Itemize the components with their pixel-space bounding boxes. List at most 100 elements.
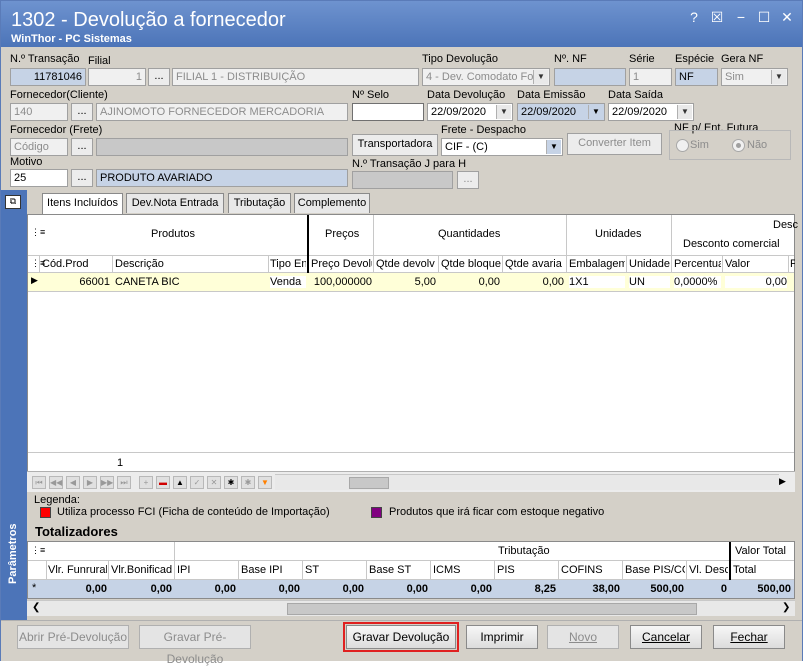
tot-col-vl-desc[interactable]: Vl. Desc (689, 564, 728, 576)
tab-itens-incluidos[interactable]: Itens Incluídos (42, 193, 123, 215)
tot-col-base-pis[interactable]: Base PIS/CO (625, 564, 685, 576)
cell-embalagem[interactable]: 1X1 (569, 276, 625, 288)
tot-col-icms[interactable]: ICMS (433, 564, 493, 576)
fornecedor-search-button[interactable]: ... (71, 103, 93, 121)
serie-field[interactable]: 1 (629, 68, 672, 86)
next-page-icon[interactable]: ▶▶ (100, 476, 114, 489)
cell-percentua[interactable]: 0,0000% (674, 276, 721, 288)
prev-record-icon[interactable]: ◀ (66, 476, 80, 489)
col-header-preco-devolu[interactable]: Preço Devolu (311, 258, 372, 270)
cell-preco-devolu[interactable]: 100,000000 (311, 276, 372, 288)
scroll-right-icon[interactable]: ▶ (779, 476, 786, 487)
filial-search-button[interactable]: ... (148, 68, 170, 86)
last-page-icon[interactable]: ⏭ (117, 476, 131, 489)
tot-col-pis[interactable]: PIS (497, 564, 557, 576)
tab-dev-nota-entrada[interactable]: Dev.Nota Entrada (126, 193, 224, 213)
num-nf-field[interactable] (554, 68, 626, 86)
nao-radio[interactable] (732, 139, 745, 152)
col-header-embalagem[interactable]: Embalagem (569, 258, 625, 270)
next-record-icon[interactable]: ▶ (83, 476, 97, 489)
fornecedor-frete-search-button[interactable]: ... (71, 138, 93, 156)
chevron-down-icon[interactable]: ▼ (533, 70, 548, 84)
col-header-qtde-devolv[interactable]: Qtde devolv (376, 258, 437, 270)
transacao-j-search-button[interactable]: ... (457, 171, 479, 189)
tot-col-st[interactable]: ST (305, 564, 365, 576)
data-saida-field[interactable]: 22/09/2020 ▼ (608, 103, 694, 121)
tab-complemento[interactable]: Complemento (294, 193, 370, 213)
fornecedor-code-field[interactable]: 140 (10, 103, 68, 121)
scroll-right-icon[interactable]: ❯ (782, 602, 790, 613)
column-chooser-icon[interactable]: ⋮≡ (31, 545, 45, 556)
close-icon[interactable]: ✕ (778, 9, 796, 26)
frete-despacho-select[interactable]: CIF - (C) ▼ (441, 138, 563, 156)
calendar-dropdown-icon[interactable]: ▼ (677, 105, 692, 119)
col-header-qtde-avaria[interactable]: Qtde avaria (505, 258, 565, 270)
transacao-j-field[interactable] (352, 171, 453, 189)
chevron-down-icon[interactable]: ▼ (546, 140, 561, 154)
filter-icon[interactable]: ▼ (258, 476, 272, 489)
first-page-icon[interactable]: ⏮ (32, 476, 46, 489)
cell-tipo-en[interactable]: Venda (270, 276, 306, 288)
col-header-valor[interactable]: Valor (725, 258, 787, 270)
cancelar-button[interactable]: Cancelar (630, 625, 702, 649)
motivo-code-field[interactable]: 25 (10, 169, 68, 187)
gera-nf-select[interactable]: Sim ▼ (721, 68, 788, 86)
filial-code-field[interactable]: 1 (88, 68, 146, 86)
imprimir-button[interactable]: Imprimir (466, 625, 538, 649)
edit-up-icon[interactable]: ▲ (173, 476, 187, 489)
delete-record-icon[interactable]: ▬ (156, 476, 170, 489)
itens-grid[interactable]: ⋮≡ Produtos Preços Quantidades Unidades … (27, 214, 798, 492)
tipo-devolucao-select[interactable]: 4 - Dev. Comodato Fo ▼ (422, 68, 550, 86)
grid-hscroll[interactable] (275, 474, 779, 490)
col-header-percentua[interactable]: Percentua (674, 258, 721, 270)
chevron-down-icon[interactable]: ▼ (771, 70, 786, 84)
totals-row[interactable]: * 0,00 0,00 0,00 0,00 0,00 0,00 0,00 8,2… (28, 580, 794, 598)
prev-page-icon[interactable]: ◀◀ (49, 476, 63, 489)
calendar-dropdown-icon[interactable]: ▼ (496, 105, 511, 119)
cell-valor[interactable]: 0,00 (725, 276, 787, 288)
tot-col-ipi[interactable]: IPI (177, 564, 237, 576)
tot-col-base-ipi[interactable]: Base IPI (241, 564, 301, 576)
minimize-icon[interactable]: − (732, 9, 750, 25)
save-record-icon[interactable]: ✓ (190, 476, 204, 489)
cell-descricao[interactable]: CANETA BIC (115, 276, 265, 288)
tot-col-cofins[interactable]: COFINS (561, 564, 621, 576)
fechar-button[interactable]: Fechar (713, 625, 785, 649)
scroll-left-icon[interactable]: ❮ (32, 602, 40, 613)
transportadora-button[interactable]: Transportadora (352, 134, 438, 156)
num-selo-field[interactable] (352, 103, 424, 121)
col-header-descricao[interactable]: Descrição (115, 258, 265, 270)
gravar-pre-devolucao-button[interactable]: Gravar Pré-Devolução (139, 625, 251, 666)
add-record-icon[interactable]: + (139, 476, 153, 489)
col-header-tipo-en[interactable]: Tipo En (270, 258, 306, 270)
totals-hscroll[interactable]: ❮ ❯ (27, 600, 795, 616)
converter-item-button[interactable]: Converter Item (567, 133, 662, 155)
tot-col-vlr-bonificad[interactable]: Vlr.Bonificad (111, 564, 173, 576)
motivo-search-button[interactable]: ... (71, 169, 93, 187)
tot-col-base-st[interactable]: Base ST (369, 564, 429, 576)
column-chooser-icon[interactable]: ⋮≡ (31, 227, 45, 238)
cell-qtde-devolv[interactable]: 5,00 (376, 276, 436, 288)
novo-button[interactable]: Novo (547, 625, 619, 649)
window-toggle-icon[interactable]: ⧉ (5, 195, 21, 209)
maximize-icon[interactable]: ☐ (755, 9, 773, 26)
table-row[interactable]: ▶ 66001 CANETA BIC Venda 100,000000 5,00… (28, 273, 794, 291)
col-header-qtde-bloque[interactable]: Qtde bloque (441, 258, 501, 270)
cell-unidade[interactable]: UN (629, 276, 670, 288)
data-devolucao-field[interactable]: 22/09/2020 ▼ (427, 103, 513, 121)
especie-field[interactable]: NF (675, 68, 718, 86)
restore-icon[interactable]: ☒ (708, 9, 726, 26)
tot-col-total[interactable]: Total (733, 564, 791, 576)
col-header-cod-prod[interactable]: Cód.Prod (42, 258, 110, 270)
cell-qtde-avaria[interactable]: 0,00 (505, 276, 564, 288)
col-header-p[interactable]: P (790, 258, 795, 270)
sim-radio[interactable] (676, 139, 689, 152)
totals-hscroll-thumb[interactable] (287, 603, 697, 615)
abrir-pre-devolucao-button[interactable]: Abrir Pré-Devolução (17, 625, 129, 649)
cancel-record-icon[interactable]: ✕ (207, 476, 221, 489)
calendar-dropdown-icon[interactable]: ▼ (588, 105, 603, 119)
grid-hscroll-thumb[interactable] (349, 477, 389, 489)
tab-tributacao[interactable]: Tributação (228, 193, 291, 213)
fornecedor-frete-code-field[interactable]: Código (10, 138, 68, 156)
cell-cod-prod[interactable]: 66001 (42, 276, 110, 288)
